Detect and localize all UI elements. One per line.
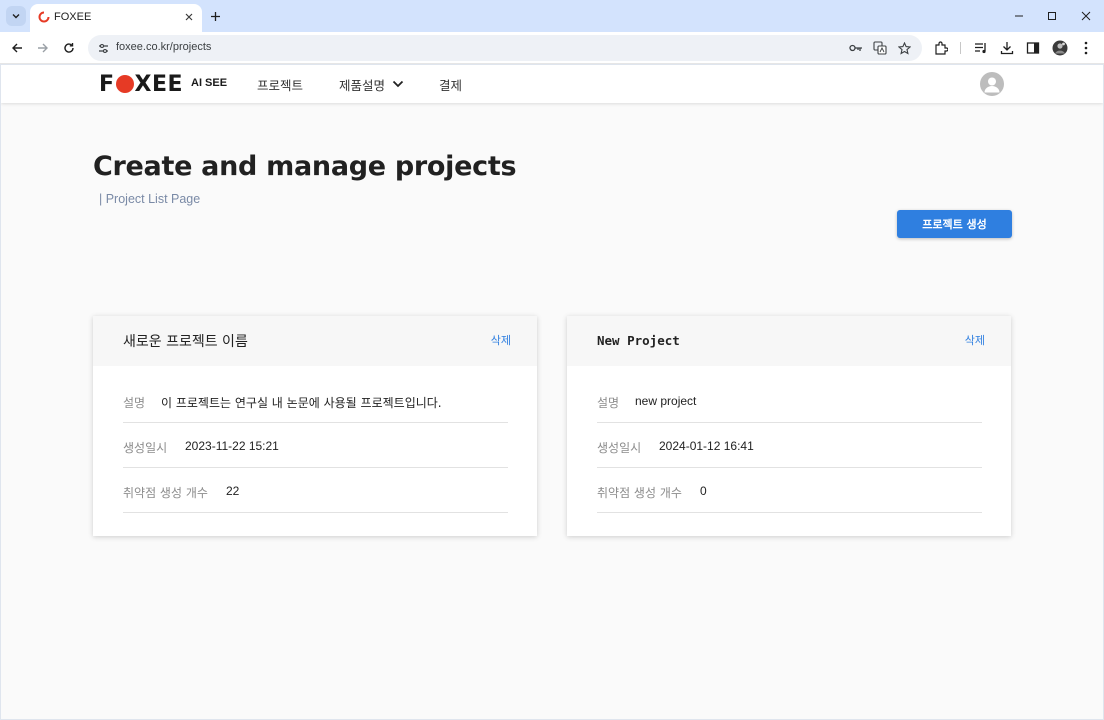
arrow-left-icon xyxy=(12,43,22,53)
site-header: F XEE AI SEE 프로젝트 제품설명 결제 xyxy=(1,65,1103,103)
project-created-at: 2024-01-12 16:41 xyxy=(659,439,754,453)
chevron-down-icon[interactable] xyxy=(391,77,405,91)
browser-tab[interactable]: FOXEE xyxy=(30,4,202,32)
page-title: Create and manage projects xyxy=(93,151,517,182)
project-vuln-count: 0 xyxy=(700,484,707,498)
tab-title: FOXEE xyxy=(54,11,92,23)
logo-text: F xyxy=(99,71,115,97)
logo-text-rest: XEE xyxy=(134,71,184,97)
browser-toolbar: foxee.co.kr/projects xyxy=(0,32,1104,64)
project-created-at: 2023-11-22 15:21 xyxy=(185,439,279,453)
minimize-window-button[interactable] xyxy=(1010,7,1028,25)
project-card-header: 새로운 프로젝트 이름 삭제 xyxy=(93,316,537,366)
close-icon xyxy=(1081,11,1091,21)
close-tab-icon[interactable] xyxy=(182,10,196,24)
project-description: new project xyxy=(635,394,697,408)
page-subtitle: | Project List Page xyxy=(99,192,201,206)
vuln-count-label: 취약점 생성 개수 xyxy=(123,486,208,500)
download-icon xyxy=(1000,42,1014,55)
browser-tab-bar: FOXEE xyxy=(0,0,1104,32)
description-label: 설명 xyxy=(597,396,620,410)
project-created-row: 생성일시 2023-11-22 15:21 xyxy=(123,423,508,468)
project-description-row: 설명 new project xyxy=(597,378,982,423)
url-text: foxee.co.kr/projects xyxy=(116,41,212,53)
reload-icon xyxy=(64,43,74,53)
description-label: 설명 xyxy=(123,396,146,410)
arrow-right-icon xyxy=(38,43,48,53)
extensions-button[interactable] xyxy=(932,39,950,57)
delete-project-button[interactable]: 삭제 xyxy=(965,332,985,348)
profile-button[interactable] xyxy=(1051,39,1069,57)
project-vuln-count-row: 취약점 생성 개수 0 xyxy=(597,468,982,513)
nav-projects[interactable]: 프로젝트 xyxy=(257,75,303,94)
back-button[interactable] xyxy=(8,39,26,57)
page-viewport: F XEE AI SEE 프로젝트 제품설명 결제 Create and mana… xyxy=(1,65,1103,719)
puzzle-icon xyxy=(935,41,948,55)
project-created-row: 생성일시 2024-01-12 16:41 xyxy=(597,423,982,468)
delete-project-button[interactable]: 삭제 xyxy=(491,332,511,348)
nav-payment[interactable]: 결제 xyxy=(439,75,462,94)
foxee-logo[interactable]: F XEE xyxy=(99,71,183,97)
site-info-button[interactable] xyxy=(95,40,111,56)
media-controls-button[interactable] xyxy=(972,39,990,57)
profile-avatar-icon xyxy=(1052,40,1068,56)
project-card[interactable]: 새로운 프로젝트 이름 삭제 설명 이 프로젝트는 연구실 내 논문에 사용될 … xyxy=(93,316,537,536)
password-key-icon[interactable] xyxy=(848,40,864,56)
project-card[interactable]: New Project 삭제 설명 new project 생성일시 2024-… xyxy=(567,316,1011,536)
create-project-button[interactable]: 프로젝트 생성 xyxy=(897,210,1012,238)
maximize-window-button[interactable] xyxy=(1043,7,1061,25)
project-card-header: New Project 삭제 xyxy=(567,316,1011,366)
logo-subtitle: AI SEE xyxy=(191,77,228,89)
playlist-icon xyxy=(975,43,986,54)
plus-icon xyxy=(210,11,220,21)
address-bar[interactable]: foxee.co.kr/projects xyxy=(88,35,922,61)
tab-search-button[interactable] xyxy=(6,6,26,26)
minimize-icon xyxy=(1015,15,1023,17)
project-name: New Project xyxy=(597,333,680,348)
user-icon xyxy=(984,77,1000,93)
chrome-menu-button[interactable] xyxy=(1077,39,1095,57)
more-vert-icon xyxy=(1084,41,1088,55)
maximize-icon xyxy=(1048,12,1056,20)
created-at-label: 생성일시 xyxy=(123,441,168,455)
project-description-row: 설명 이 프로젝트는 연구실 내 논문에 사용될 프로젝트입니다. xyxy=(123,378,508,423)
downloads-button[interactable] xyxy=(998,39,1016,57)
side-panel-button[interactable] xyxy=(1024,39,1042,57)
side-panel-icon xyxy=(1026,42,1040,54)
project-description: 이 프로젝트는 연구실 내 논문에 사용될 프로젝트입니다. xyxy=(161,396,442,410)
chevron-down-icon xyxy=(12,14,20,19)
user-avatar[interactable] xyxy=(980,72,1004,96)
project-name: 새로운 프로젝트 이름 xyxy=(123,334,248,350)
close-window-button[interactable] xyxy=(1077,7,1095,25)
foxee-favicon-icon xyxy=(38,11,50,23)
reload-button[interactable] xyxy=(60,39,78,57)
created-at-label: 생성일시 xyxy=(597,441,642,455)
vuln-count-label: 취약점 생성 개수 xyxy=(597,486,682,500)
logo-o-mark xyxy=(115,75,134,93)
tune-icon xyxy=(98,43,108,53)
forward-button[interactable] xyxy=(34,39,52,57)
project-vuln-count-row: 취약점 생성 개수 22 xyxy=(123,468,508,513)
new-tab-button[interactable] xyxy=(206,7,224,25)
nav-product-info[interactable]: 제품설명 xyxy=(339,75,385,94)
translate-icon[interactable] xyxy=(872,40,888,56)
bookmark-star-icon[interactable] xyxy=(896,40,912,56)
project-vuln-count: 22 xyxy=(226,484,240,498)
toolbar-divider xyxy=(960,42,961,54)
